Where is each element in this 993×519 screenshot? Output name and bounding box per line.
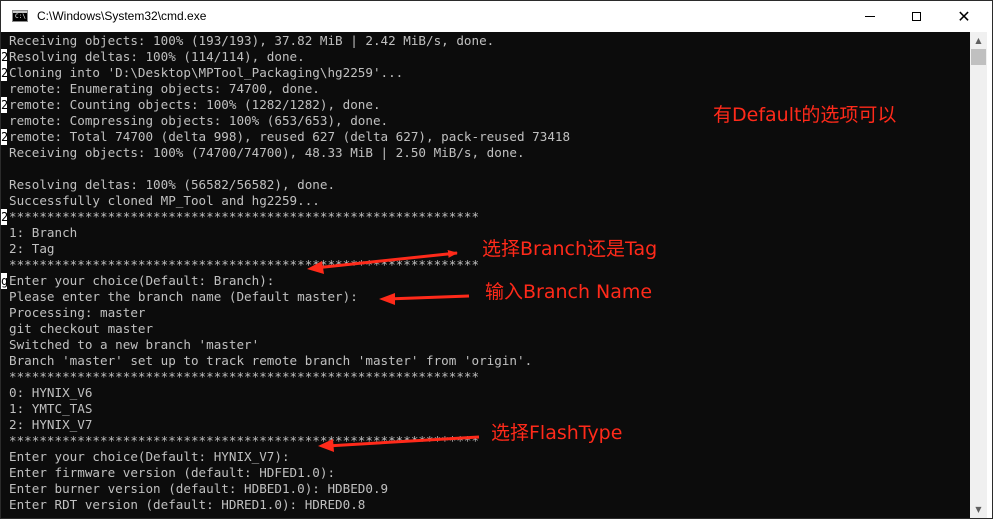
- console-line: Successfully cloned MP_Tool and hg2259..…: [9, 193, 320, 208]
- scroll-thumb[interactable]: [971, 49, 986, 65]
- annotation-flash-type: 选择FlashType: [491, 422, 623, 444]
- console-edge-char: 2: [1, 209, 7, 225]
- console-line: git checkout master: [9, 321, 154, 336]
- console-output[interactable]: Receiving objects: 100% (193/193), 37.82…: [1, 32, 970, 518]
- console-line: 0: HYNIX_V6: [9, 385, 93, 400]
- console-line: ****************************************…: [9, 209, 480, 224]
- minimize-button[interactable]: [847, 1, 893, 32]
- console-line: Enter firmware version (default: HDFED1.…: [9, 465, 336, 480]
- console-edge-char: 2: [1, 97, 7, 113]
- maximize-button[interactable]: [893, 1, 939, 32]
- console-line: Cloning into 'D:\Desktop\MPTool_Packagin…: [9, 65, 404, 80]
- annotation-default-options: 有Default的选项可以: [713, 104, 897, 126]
- console-line: remote: Compressing objects: 100% (653/6…: [9, 113, 389, 128]
- console-line: Resolving deltas: 100% (114/114), done.: [9, 49, 305, 64]
- console-line: Resolving deltas: 100% (56582/56582), do…: [9, 177, 336, 192]
- console-edge-marks: 22222g: [1, 32, 9, 518]
- console-edge-char: 2: [1, 129, 7, 145]
- title-bar[interactable]: C:\ C:\Windows\System32\cmd.exe ✕: [1, 1, 992, 32]
- close-button[interactable]: ✕: [941, 1, 987, 32]
- vertical-scrollbar[interactable]: ▲ ▼: [970, 32, 987, 518]
- console-icon[interactable]: C:\: [12, 10, 28, 22]
- maximize-icon: [911, 12, 921, 21]
- console-edge-char: 2: [1, 49, 7, 65]
- cmd-window: C:\ C:\Windows\System32\cmd.exe ✕ Receiv…: [0, 0, 993, 519]
- console-line: ****************************************…: [9, 433, 480, 448]
- console-line: Enter your choice(Default: HYNIX_V7):: [9, 449, 290, 464]
- window-title: C:\Windows\System32\cmd.exe: [37, 9, 207, 23]
- annotation-branch-or-tag: 选择Branch还是Tag: [482, 238, 658, 260]
- console-line: Enter RDT version (default: HDRED1.0): H…: [9, 497, 366, 512]
- annotation-branch-name: 输入Branch Name: [485, 281, 653, 303]
- console-lines: Receiving objects: 100% (193/193), 37.82…: [9, 33, 570, 513]
- console-line: Switched to a new branch 'master': [9, 337, 260, 352]
- console-line: remote: Total 74700 (delta 998), reused …: [9, 129, 571, 144]
- console-line: Processing: master: [9, 305, 146, 320]
- console-line: remote: Counting objects: 100% (1282/128…: [9, 97, 381, 112]
- scroll-down-arrow-icon[interactable]: ▼: [970, 501, 987, 518]
- console-line: ****************************************…: [9, 369, 480, 384]
- console-line: Receiving objects: 100% (74700/74700), 4…: [9, 145, 525, 160]
- scroll-up-arrow-icon[interactable]: ▲: [970, 32, 987, 49]
- console-line: Receiving objects: 100% (193/193), 37.82…: [9, 33, 495, 48]
- console-line: 2: HYNIX_V7: [9, 417, 93, 432]
- close-icon: ✕: [957, 6, 971, 26]
- minimize-icon: [865, 16, 875, 17]
- console-line: Branch 'master' set up to track remote b…: [9, 353, 533, 368]
- console-edge-char: g: [1, 273, 7, 289]
- console-line: 1: YMTC_TAS: [9, 401, 93, 416]
- window-right-edge: [987, 32, 992, 518]
- console-edge-char: 2: [1, 65, 7, 81]
- console-line: Enter burner version (default: HDBED1.0)…: [9, 481, 389, 496]
- console-line: remote: Enumerating objects: 74700, done…: [9, 81, 320, 96]
